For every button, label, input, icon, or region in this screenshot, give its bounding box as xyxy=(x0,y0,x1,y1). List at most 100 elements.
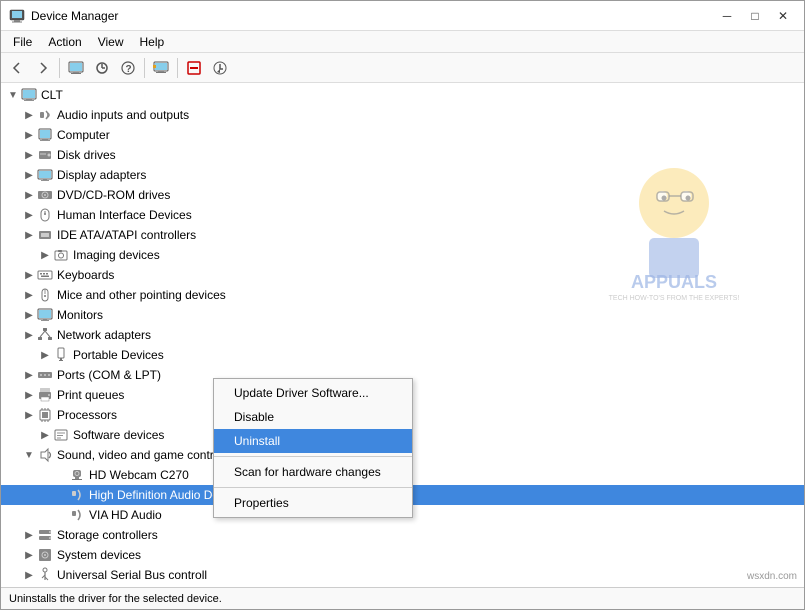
computer-icon xyxy=(21,87,37,103)
ports-label: Ports (COM & LPT) xyxy=(57,368,161,382)
keyboard-label: Keyboards xyxy=(57,268,114,282)
scan-button[interactable] xyxy=(90,56,114,80)
mice-expand[interactable]: ▶ xyxy=(21,287,37,303)
portable-expand[interactable]: ▶ xyxy=(37,347,53,363)
root-label: CLT xyxy=(41,88,63,102)
system-label: System devices xyxy=(57,548,141,562)
tree-item-hid[interactable]: ▶ Human Interface Devices xyxy=(1,205,804,225)
print-expand[interactable]: ▶ xyxy=(21,387,37,403)
audio-label: Audio inputs and outputs xyxy=(57,108,189,122)
context-menu-sep-2 xyxy=(214,487,412,488)
menu-file[interactable]: File xyxy=(5,33,40,51)
monitors-icon xyxy=(37,307,53,323)
processors-icon xyxy=(37,407,53,423)
software-expand[interactable]: ▶ xyxy=(37,427,53,443)
storage-expand[interactable]: ▶ xyxy=(21,527,37,543)
network-icon xyxy=(37,327,53,343)
storage-icon xyxy=(37,527,53,543)
root-expand[interactable]: ▼ xyxy=(5,87,21,103)
audio-icon xyxy=(37,107,53,123)
tree-item-display[interactable]: ▶ Display adapters xyxy=(1,165,804,185)
software-label: Software devices xyxy=(73,428,164,442)
imaging-label: Imaging devices xyxy=(73,248,160,262)
tree-root[interactable]: ▼ CLT xyxy=(1,85,804,105)
menu-view[interactable]: View xyxy=(90,33,132,51)
processors-expand[interactable]: ▶ xyxy=(21,407,37,423)
menu-action[interactable]: Action xyxy=(40,33,89,51)
system-expand[interactable]: ▶ xyxy=(21,547,37,563)
disable-button[interactable] xyxy=(182,56,206,80)
maximize-button[interactable]: □ xyxy=(742,5,768,27)
window-controls: ─ □ ✕ xyxy=(714,5,796,27)
app-icon xyxy=(9,8,25,24)
computer-label: Computer xyxy=(57,128,110,142)
computer-device-icon xyxy=(37,127,53,143)
imaging-expand[interactable]: ▶ xyxy=(37,247,53,263)
show-devices-button[interactable] xyxy=(149,56,173,80)
minimize-button[interactable]: ─ xyxy=(714,5,740,27)
title-bar: Device Manager ─ □ ✕ xyxy=(1,1,804,31)
wsxdn-badge: wsxdn.com xyxy=(747,571,797,582)
ide-icon xyxy=(37,227,53,243)
mice-label: Mice and other pointing devices xyxy=(57,288,226,302)
monitors-expand[interactable]: ▶ xyxy=(21,307,37,323)
tree-item-audio[interactable]: ▶ Audio inputs and outputs xyxy=(1,105,804,125)
close-button[interactable]: ✕ xyxy=(770,5,796,27)
toolbar-separator-3 xyxy=(177,58,178,78)
context-menu-uninstall[interactable]: Uninstall xyxy=(214,429,412,453)
disk-icon xyxy=(37,147,53,163)
window-title: Device Manager xyxy=(31,9,714,23)
dvd-expand[interactable]: ▶ xyxy=(21,187,37,203)
sound-expand[interactable]: ▼ xyxy=(21,447,37,463)
main-content: ▼ CLT ▶ xyxy=(1,83,804,587)
context-menu-properties[interactable]: Properties xyxy=(214,491,412,515)
tree-item-network[interactable]: ▶ Network adapters xyxy=(1,325,804,345)
tree-item-storage[interactable]: ▶ Storage controllers xyxy=(1,525,804,545)
ide-expand[interactable]: ▶ xyxy=(21,227,37,243)
context-menu-disable[interactable]: Disable xyxy=(214,405,412,429)
ports-expand[interactable]: ▶ xyxy=(21,367,37,383)
sound-icon xyxy=(37,447,53,463)
context-menu-update-driver[interactable]: Update Driver Software... xyxy=(214,381,412,405)
network-expand[interactable]: ▶ xyxy=(21,327,37,343)
tree-item-keyboard[interactable]: ▶ Keyboards xyxy=(1,265,804,285)
disk-expand[interactable]: ▶ xyxy=(21,147,37,163)
tree-item-imaging[interactable]: ▶ Imaging devices xyxy=(1,245,804,265)
hid-expand[interactable]: ▶ xyxy=(21,207,37,223)
back-button[interactable] xyxy=(5,56,29,80)
tree-item-dvd[interactable]: ▶ DVD/CD-ROM drives xyxy=(1,185,804,205)
print-icon xyxy=(37,387,53,403)
via-label: VIA HD Audio xyxy=(89,508,162,522)
webcam-icon xyxy=(69,467,85,483)
menu-bar: File Action View Help xyxy=(1,31,804,53)
toolbar-separator-2 xyxy=(144,58,145,78)
audio-expand[interactable]: ▶ xyxy=(21,107,37,123)
computer-properties-button[interactable] xyxy=(64,56,88,80)
menu-help[interactable]: Help xyxy=(132,33,173,51)
context-menu-scan[interactable]: Scan for hardware changes xyxy=(214,460,412,484)
usb-expand[interactable]: ▶ xyxy=(21,567,37,583)
ports-icon xyxy=(37,367,53,383)
tree-item-portable[interactable]: ▶ Portable Devices xyxy=(1,345,804,365)
hid-icon xyxy=(37,207,53,223)
hid-label: Human Interface Devices xyxy=(57,208,192,222)
display-expand[interactable]: ▶ xyxy=(21,167,37,183)
display-icon xyxy=(37,167,53,183)
keyboard-expand[interactable]: ▶ xyxy=(21,267,37,283)
help-button[interactable]: ? xyxy=(116,56,140,80)
device-manager-window: Device Manager ─ □ ✕ File Action View He… xyxy=(0,0,805,610)
tree-item-usb[interactable]: ▶ Universal Serial Bus controll xyxy=(1,565,804,585)
update-driver-button[interactable] xyxy=(208,56,232,80)
dvd-icon xyxy=(37,187,53,203)
tree-item-system[interactable]: ▶ System devices xyxy=(1,545,804,565)
forward-button[interactable] xyxy=(31,56,55,80)
computer-expand[interactable]: ▶ xyxy=(21,127,37,143)
storage-label: Storage controllers xyxy=(57,528,158,542)
tree-item-computer[interactable]: ▶ Computer xyxy=(1,125,804,145)
tree-item-mice[interactable]: ▶ Mice and other pointing devices xyxy=(1,285,804,305)
tree-item-disk[interactable]: ▶ Disk drives xyxy=(1,145,804,165)
tree-item-monitors[interactable]: ▶ Monitors xyxy=(1,305,804,325)
display-label: Display adapters xyxy=(57,168,146,182)
dvd-label: DVD/CD-ROM drives xyxy=(57,188,170,202)
tree-item-ide[interactable]: ▶ IDE ATA/ATAPI controllers xyxy=(1,225,804,245)
